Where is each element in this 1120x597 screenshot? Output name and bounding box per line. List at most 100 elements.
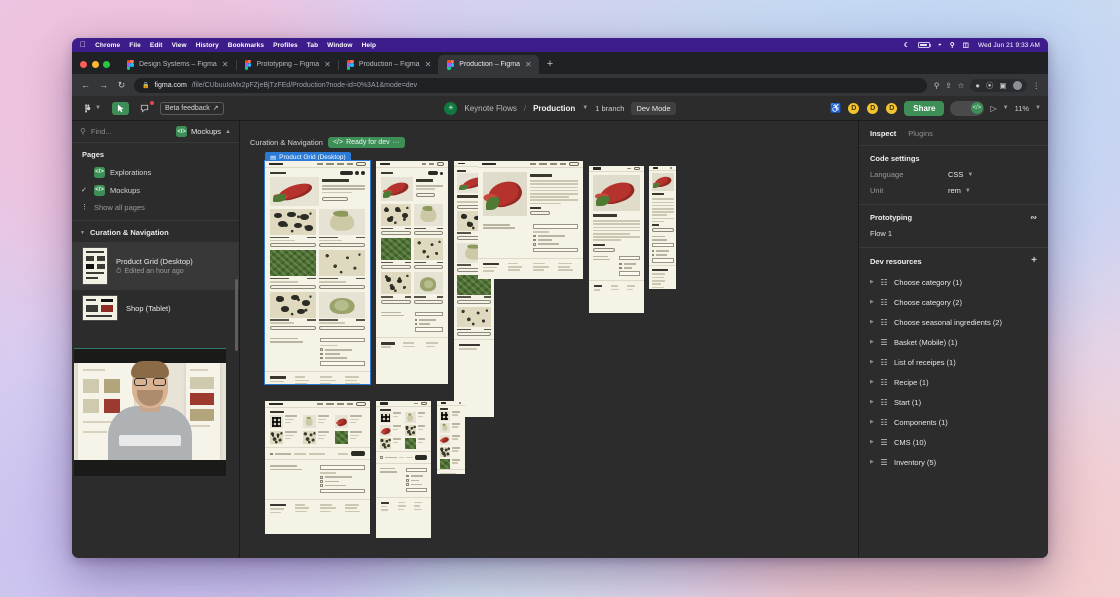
moon-icon[interactable]: ☾ [904,41,910,49]
chevron-right-icon[interactable]: ▶ [870,339,874,345]
close-window-button[interactable] [80,61,87,68]
address-bar[interactable]: 🔒 figma.com/file/CUbuuIoMx2pFZjeBjTzFEd/… [134,77,927,93]
chevron-right-icon[interactable]: ▶ [870,459,874,465]
show-all-pages-button[interactable]: ⋮ Show all pages [72,199,239,215]
frame-product-grid-desktop[interactable] [264,160,371,385]
back-button[interactable]: ← [80,80,91,90]
ready-for-dev-badge[interactable]: </> Ready for dev ··· [327,137,405,148]
apple-icon[interactable]:  [80,41,86,49]
flow-squiggle-icon[interactable]: ∾ [1030,213,1037,222]
search-icon[interactable]: ⚲ [950,41,955,49]
more-options-icon[interactable]: ··· [393,139,400,146]
left-panel-scrollbar[interactable] [235,279,238,351]
dev-resource-row[interactable]: ▶ ☷ Choose category (1) [859,272,1048,292]
browser-tab-2[interactable]: Prototyping – Figma ✕ [236,55,339,74]
breadcrumb-file[interactable]: Production [533,104,575,113]
wifi-icon[interactable]: ◓ [938,42,942,49]
window-traffic-lights[interactable] [78,61,118,74]
menu-history[interactable]: History [196,42,219,49]
menubar-clock[interactable]: Wed Jun 21 9:33 AM [978,42,1040,49]
close-tab-icon[interactable]: ✕ [425,60,432,69]
close-tab-icon[interactable]: ✕ [222,60,229,69]
chevron-right-icon[interactable]: ▶ [870,359,874,365]
browser-tab-4-active[interactable]: Production – Figma ✕ [438,55,539,74]
share-icon[interactable]: ⇪ [945,81,951,90]
share-button[interactable]: Share [904,100,945,116]
frame-basket-mobile[interactable] [437,401,465,474]
collaborator-avatar-3[interactable]: D [885,101,899,115]
figma-canvas[interactable]: Curation & Navigation </> Ready for dev … [240,121,858,558]
chevron-down-icon[interactable]: ▼ [1003,105,1009,111]
close-tab-icon[interactable]: ✕ [324,60,331,69]
breadcrumb-team[interactable]: Keynote Flows [464,104,516,113]
menu-profiles[interactable]: Profiles [273,42,298,49]
tab-plugins[interactable]: Plugins [908,129,933,138]
video-overflow-icon[interactable]: ··· [211,415,223,425]
section-name[interactable]: Curation & Navigation [250,138,323,147]
layer-item-shop-tablet[interactable]: Shop (Tablet) [72,290,239,326]
dev-resource-row[interactable]: ▶ ☷ Choose category (2) [859,292,1048,312]
zoom-level-label[interactable]: 11% [1015,104,1029,113]
frame-recipe-mobile[interactable] [649,166,676,289]
dev-resource-row[interactable]: ▶ ☰ Inventory (5) [859,452,1048,472]
frame-recipe-tablet[interactable] [589,166,644,313]
branch-label[interactable]: 1 branch [595,104,624,113]
chevron-down-icon[interactable]: ▼ [1035,105,1041,111]
frame-basket-tablet[interactable] [376,401,431,538]
chrome-menu-icon[interactable]: ⋮ [1033,81,1041,90]
presenter-video-overlay[interactable]: ··· [74,348,226,476]
menu-chrome[interactable]: Chrome [95,42,120,49]
language-select[interactable]: CSS ▼ [948,170,973,179]
puzzle-extension-icon[interactable]: ⦿ [986,80,994,91]
layer-item-product-grid[interactable]: Product Grid (Desktop) ⏱ Edited an hour … [72,242,239,290]
close-tab-icon[interactable]: ✕ [525,60,532,69]
unit-select[interactable]: rem ▼ [948,186,971,195]
current-page-chip[interactable]: </> Mockups ▲ [176,126,231,137]
menu-edit[interactable]: Edit [150,42,163,49]
menu-window[interactable]: Window [327,42,352,49]
menu-view[interactable]: View [172,42,187,49]
page-item-mockups[interactable]: ✓ </> Mockups [72,181,239,199]
chevron-right-icon[interactable]: ▶ [870,399,874,405]
zoom-icon[interactable]: ⚲ [934,81,940,90]
new-tab-button[interactable]: + [539,59,561,74]
reload-button[interactable]: ↻ [116,80,127,90]
headphones-icon[interactable]: ♿ [830,103,841,114]
forward-button[interactable]: → [98,80,109,90]
dev-resource-row[interactable]: ▶ ☷ Components (1) [859,412,1048,432]
chevron-right-icon[interactable]: ▶ [870,419,874,425]
menu-file[interactable]: File [129,42,141,49]
collaborator-avatar-2[interactable]: D [866,101,880,115]
dev-resource-row[interactable]: ▶ ☰ CMS (10) [859,432,1048,452]
profile-avatar-icon[interactable] [1012,80,1022,90]
control-center-icon[interactable]: ◫ [963,41,969,49]
browser-tab-1[interactable]: Design Systems – Figma ✕ [118,55,237,74]
frame-recipe-desktop[interactable] [478,161,583,279]
dev-resource-row[interactable]: ▶ ☷ List of receipes (1) [859,352,1048,372]
play-icon[interactable]: ▷ [990,104,996,113]
chevron-right-icon[interactable]: ▶ [870,299,874,305]
menu-tab[interactable]: Tab [307,42,318,49]
beta-feedback-button[interactable]: Beta feedback ↗ [159,101,224,115]
minimize-window-button[interactable] [91,61,99,68]
search-input[interactable]: Find... [91,127,171,136]
page-item-explorations[interactable]: </> Explorations [72,163,239,181]
add-dev-resource-button[interactable]: + [1031,256,1037,266]
side-panel-icon[interactable]: ▣ [999,81,1006,90]
chevron-right-icon[interactable]: ▶ [870,439,874,445]
extension-shield-icon[interactable]: ● [975,81,980,90]
bookmark-star-icon[interactable]: ☆ [958,81,965,90]
dev-resource-row[interactable]: ▶ ☰ Basket (Mobile) (1) [859,332,1048,352]
frame-basket-desktop[interactable] [265,401,370,534]
dev-resource-row[interactable]: ▶ ☷ Start (1) [859,392,1048,412]
chevron-right-icon[interactable]: ▶ [870,379,874,385]
frame-product-grid-tablet[interactable] [376,161,448,384]
chevron-down-icon[interactable]: ▼ [582,105,588,111]
select-tool-button[interactable] [111,101,129,115]
chevron-right-icon[interactable]: ▶ [870,279,874,285]
dev-mode-toggle[interactable]: </> [950,100,985,116]
tab-inspect[interactable]: Inspect [870,129,896,138]
figma-main-menu-button[interactable]: ▼ [79,102,105,115]
maximize-window-button[interactable] [103,61,110,68]
comment-tool-button[interactable] [136,100,154,115]
